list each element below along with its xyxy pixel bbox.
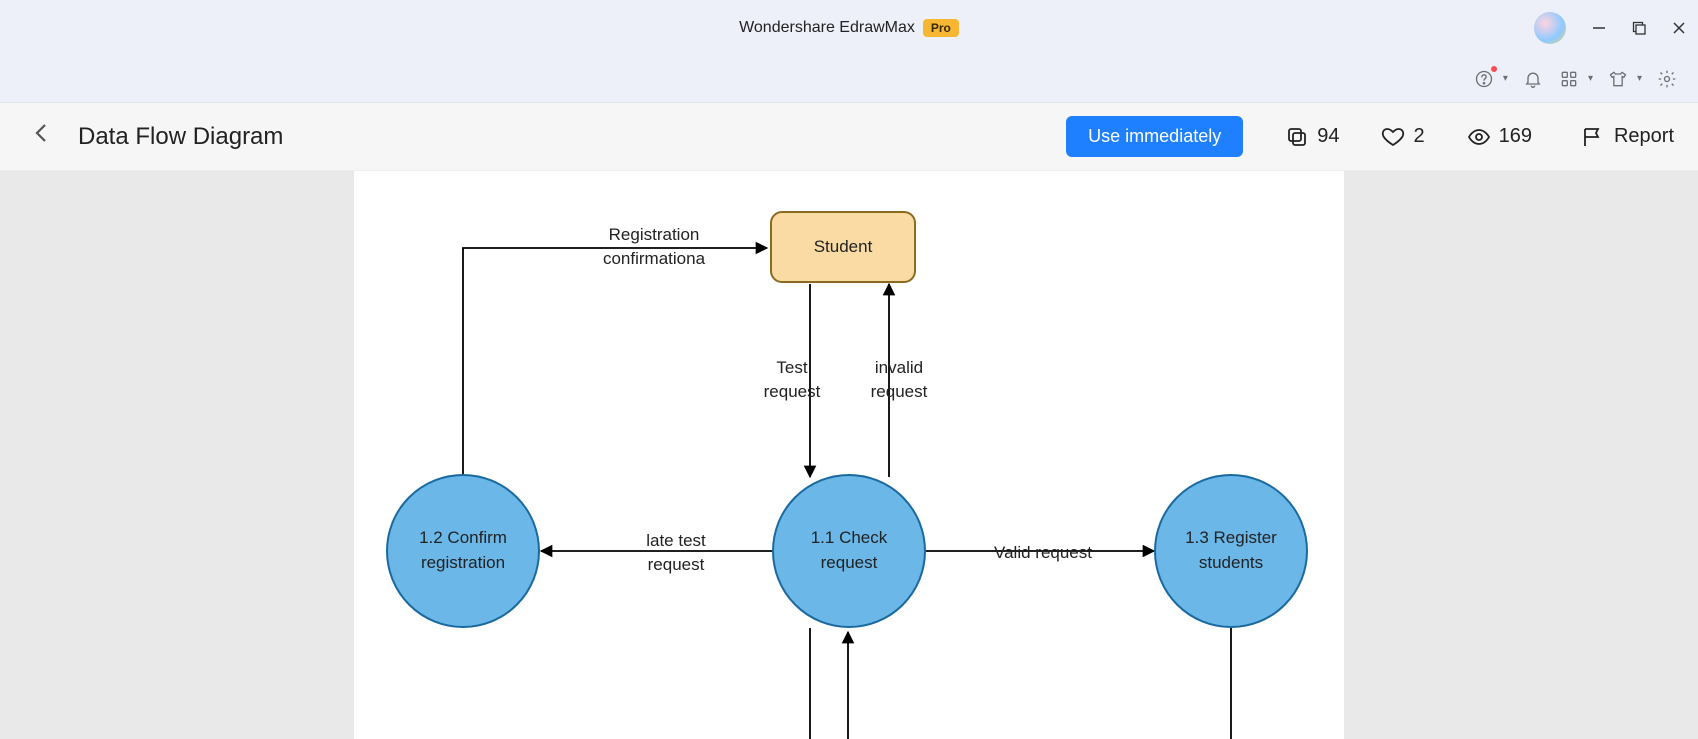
copy-icon [1285, 125, 1309, 149]
label-invalid-request: invalid request [859, 356, 939, 404]
gear-icon[interactable] [1656, 68, 1678, 90]
stat-likes[interactable]: 2 [1381, 125, 1424, 149]
pro-badge: Pro [923, 19, 959, 37]
flag-icon [1580, 125, 1604, 149]
report-label: Report [1614, 125, 1674, 148]
title-bar: Wondershare EdrawMax Pro [0, 0, 1698, 55]
process-1-3-register-students[interactable]: 1.3 Register students [1154, 474, 1308, 628]
process-1-2-line1: 1.2 Confirm [419, 528, 507, 547]
process-1-3-line2: students [1199, 553, 1263, 572]
label-registration-confirmation: Registration confirmationa [554, 223, 754, 271]
chevron-down-icon[interactable]: ▾ [1588, 73, 1593, 84]
heart-icon [1381, 125, 1405, 149]
eye-icon [1467, 125, 1491, 149]
canvas-wrap: Student 1.2 Confirm registration 1.1 Che… [0, 171, 1698, 739]
minimize-button[interactable] [1592, 21, 1606, 35]
stat-views: 169 [1467, 125, 1532, 149]
process-1-1-line1: 1.1 Check [811, 528, 888, 547]
process-1-2-confirm-registration[interactable]: 1.2 Confirm registration [386, 474, 540, 628]
back-button[interactable] [24, 117, 60, 156]
likes-count: 2 [1413, 125, 1424, 148]
copies-count: 94 [1317, 125, 1339, 148]
entity-student[interactable]: Student [770, 211, 916, 283]
app-title: Wondershare EdrawMax [739, 19, 915, 37]
maximize-button[interactable] [1632, 21, 1646, 35]
label-late-test-request: late test request [616, 529, 736, 577]
entity-student-label: Student [814, 237, 873, 257]
bell-icon[interactable] [1522, 68, 1544, 90]
tshirt-icon[interactable] [1607, 68, 1629, 90]
report-button[interactable]: Report [1580, 125, 1674, 149]
use-immediately-button[interactable]: Use immediately [1066, 116, 1243, 157]
chevron-down-icon[interactable]: ▾ [1503, 73, 1508, 84]
stat-copies[interactable]: 94 [1285, 125, 1339, 149]
process-1-1-check-request[interactable]: 1.1 Check request [772, 474, 926, 628]
page-title: Data Flow Diagram [78, 123, 283, 151]
process-1-3-line1: 1.3 Register [1185, 528, 1277, 547]
label-test-request: Test request [752, 356, 832, 404]
page-header: Data Flow Diagram Use immediately 94 2 1… [0, 103, 1698, 171]
help-icon[interactable] [1473, 68, 1495, 90]
diagram-canvas[interactable]: Student 1.2 Confirm registration 1.1 Che… [354, 171, 1344, 739]
views-count: 169 [1499, 125, 1532, 148]
close-button[interactable] [1672, 21, 1686, 35]
process-1-2-line2: registration [421, 553, 505, 572]
toolbar-secondary: ▾ ▾ ▾ [0, 55, 1698, 103]
avatar[interactable] [1534, 12, 1566, 44]
chevron-down-icon[interactable]: ▾ [1637, 73, 1642, 84]
process-1-1-line2: request [821, 553, 878, 572]
label-valid-request: Valid request [968, 541, 1118, 565]
apps-icon[interactable] [1558, 68, 1580, 90]
